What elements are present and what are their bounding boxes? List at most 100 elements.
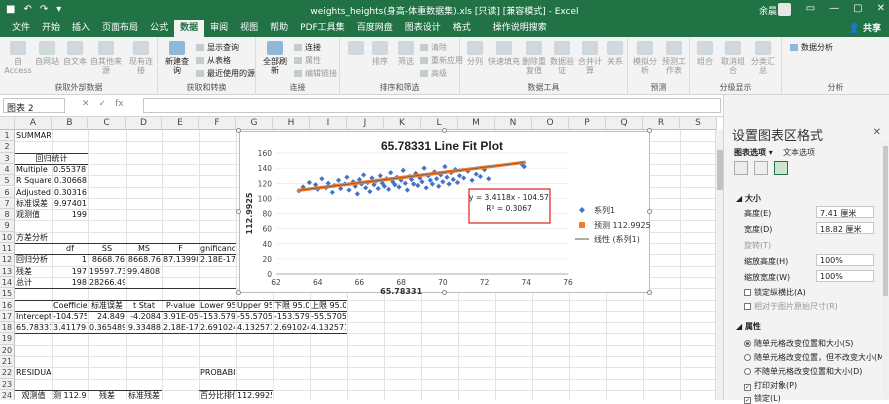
cell-E18[interactable]: 2.18E-17	[163, 322, 198, 333]
fill-line-icon[interactable]	[734, 161, 748, 175]
cell-B6[interactable]: 0.30316	[53, 187, 87, 198]
tab-3[interactable]: 页面布局	[96, 20, 144, 37]
cell-F18[interactable]: 2.691024	[200, 322, 235, 333]
row-header[interactable]: 13	[0, 265, 15, 277]
tab-7[interactable]: 视图	[234, 20, 264, 37]
column-header[interactable]: F	[199, 117, 236, 130]
tab-0[interactable]: 文件	[6, 20, 36, 37]
cell-B8[interactable]: 199	[53, 209, 87, 220]
cell-F16[interactable]: Lower 95%	[200, 300, 235, 311]
chart-area[interactable]: 65.78331 Line Fit Plot 0 20 40 60 80 100 120 140…	[236, 128, 652, 296]
cell-B5[interactable]: 0.30668	[53, 175, 87, 186]
resize-handle[interactable]	[236, 209, 241, 214]
cell-B4[interactable]: 0.553787	[53, 164, 87, 175]
from-access-button[interactable]: 自 Access	[4, 41, 32, 75]
sort-az-button[interactable]	[344, 41, 368, 57]
cell-C24[interactable]: 残差	[89, 390, 125, 400]
resize-handle[interactable]	[236, 290, 241, 295]
pane-scrollbar[interactable]	[882, 140, 889, 398]
radio-no-move[interactable]: 不随单元格改变位置和大小(D)	[744, 366, 862, 377]
cell-F17[interactable]: -153.579	[200, 311, 235, 322]
from-web-button[interactable]: 自网站	[34, 41, 60, 66]
sort-button[interactable]: 排序	[368, 41, 392, 66]
row-header[interactable]: 12	[0, 254, 15, 266]
cell-B14[interactable]: 198	[53, 277, 87, 288]
cell-B18[interactable]: 3.411798	[53, 322, 87, 333]
connections-button[interactable]: 连接	[294, 42, 321, 53]
minimize-icon[interactable]: —	[829, 3, 839, 14]
remove-duplicates-button[interactable]: 删除重复值	[520, 41, 548, 75]
cell-A22[interactable]: RESIDUAL OUTPUT	[16, 367, 51, 378]
print-object-checkbox[interactable]: ✓ 打印对象(P)	[744, 380, 797, 391]
tab-12[interactable]: 格式	[447, 20, 477, 37]
show-queries-button[interactable]: 显示查询	[196, 42, 239, 53]
insert-function-icon[interactable]: fx	[115, 99, 124, 109]
pane-close-icon[interactable]: ✕	[873, 127, 881, 138]
select-all-corner[interactable]	[0, 117, 15, 130]
cell-A1[interactable]: SUMMARY OUTPUT	[16, 130, 51, 141]
tab-8[interactable]: 帮助	[264, 20, 294, 37]
section-properties[interactable]: ◢ 属性	[736, 321, 761, 332]
user-name[interactable]: 余晨	[759, 4, 777, 17]
height-input[interactable]: 7.41 厘米	[816, 206, 874, 218]
cell-B12[interactable]: 1	[53, 254, 87, 265]
row-header[interactable]: 11	[0, 243, 15, 255]
cell-A3[interactable]: 回归统计	[16, 153, 87, 164]
tab-5[interactable]: 数据	[174, 20, 205, 37]
locked-checkbox[interactable]: ✓ 锁定(L)	[744, 393, 781, 404]
section-size[interactable]: ◢ 大小	[736, 193, 761, 204]
cell-B24[interactable]: 测 112.992	[53, 390, 87, 400]
cell-B17[interactable]: -104.575	[53, 311, 87, 322]
cell-H17[interactable]: -153.579	[274, 311, 309, 322]
column-header[interactable]: E	[162, 117, 199, 130]
row-header[interactable]: 10	[0, 231, 15, 243]
ungroup-button[interactable]: 取消组合	[718, 41, 748, 75]
cell-E16[interactable]: P-value	[163, 300, 198, 311]
cell-C14[interactable]: 28266.49	[89, 277, 125, 288]
relative-original-checkbox[interactable]: 相对于图片原始尺寸(R)	[744, 301, 838, 312]
cell-B13[interactable]: 197	[53, 266, 87, 277]
relationships-button[interactable]: 关系	[604, 41, 626, 66]
cell-C11[interactable]: SS	[89, 243, 125, 254]
tab-6[interactable]: 审阅	[204, 20, 234, 37]
cell-B16[interactable]: Coefficient	[53, 300, 87, 311]
cell-G18[interactable]: 4.132571	[237, 322, 272, 333]
row-header[interactable]: 22	[0, 367, 15, 379]
tab-13[interactable]: 操作说明搜索	[487, 20, 553, 37]
subtotal-button[interactable]: 分类汇总	[748, 41, 778, 75]
column-header[interactable]: D	[126, 117, 162, 130]
cell-E12[interactable]: 87.13998	[163, 254, 198, 265]
column-header[interactable]: B	[52, 117, 88, 130]
row-header[interactable]: 18	[0, 322, 15, 334]
width-input[interactable]: 18.82 厘米	[816, 222, 874, 234]
effects-icon[interactable]	[754, 161, 768, 175]
lock-ratio-checkbox[interactable]: 锁定纵横比(A)	[744, 287, 806, 298]
cell-A8[interactable]: 观测值	[16, 209, 51, 220]
row-header[interactable]: 5	[0, 175, 15, 187]
cell-A5[interactable]: R Square	[16, 175, 51, 186]
cell-B11[interactable]: df	[53, 243, 87, 254]
cell-D12[interactable]: 8668.76	[127, 254, 161, 265]
existing-connections-button[interactable]: 现有连接	[126, 41, 156, 75]
tab-2[interactable]: 插入	[66, 20, 96, 37]
share-button[interactable]: 👤 共享	[849, 21, 881, 34]
scale-width-input[interactable]: 100%	[816, 270, 874, 282]
radio-move-only[interactable]: 随单元格改变位置，但不改变大小(M)	[744, 352, 887, 363]
row-header[interactable]: 17	[0, 310, 15, 323]
column-header[interactable]: P	[569, 117, 606, 130]
tab-chart-options[interactable]: 图表选项 ▾	[734, 147, 773, 158]
column-header[interactable]: A	[15, 117, 52, 130]
resize-handle[interactable]	[647, 128, 652, 133]
group-button[interactable]: 组合	[692, 41, 718, 66]
size-properties-icon[interactable]	[774, 161, 788, 175]
column-header[interactable]: I	[310, 117, 347, 130]
column-header[interactable]: S	[680, 117, 717, 130]
from-table-button[interactable]: 从表格	[196, 55, 231, 66]
row-header[interactable]: 21	[0, 356, 15, 368]
row-header[interactable]: 6	[0, 186, 15, 198]
cell-F24[interactable]: 百分比排位	[200, 390, 235, 400]
clear-button[interactable]: 清除	[420, 42, 447, 53]
properties-button[interactable]: 属性	[294, 55, 321, 66]
column-header[interactable]: O	[532, 117, 569, 130]
row-header[interactable]: 23	[0, 378, 15, 390]
